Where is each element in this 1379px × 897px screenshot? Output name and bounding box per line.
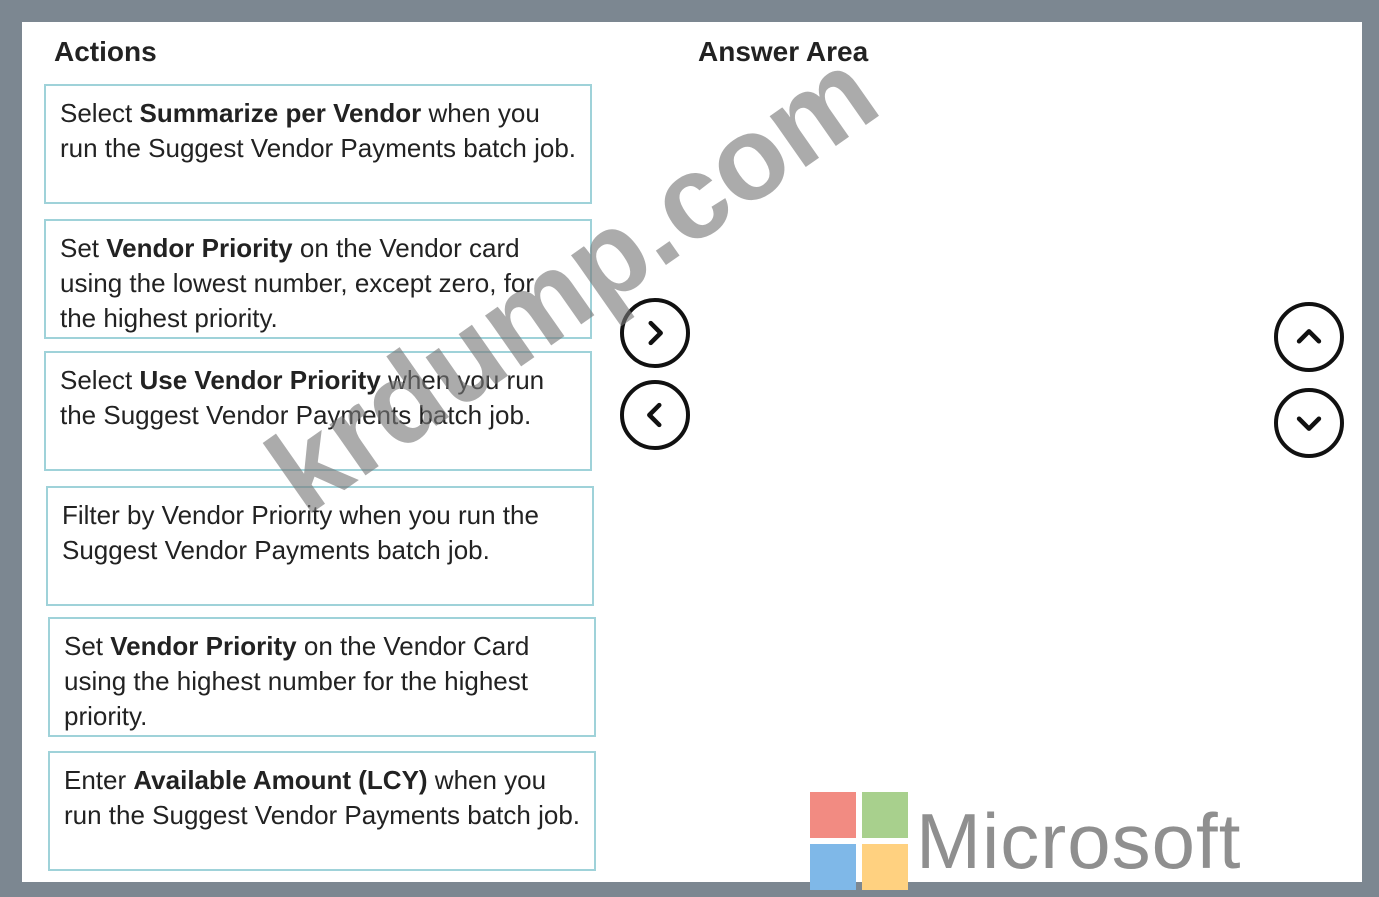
move-up-button[interactable] (1274, 302, 1344, 372)
logo-square-red (810, 792, 856, 838)
action-item-1[interactable]: Select Summarize per Vendor when you run… (44, 84, 592, 204)
action-bold-text: Available Amount (LCY) (133, 765, 428, 795)
move-right-button[interactable] (620, 298, 690, 368)
action-text: Filter by Vendor Priority when you run t… (62, 500, 539, 565)
microsoft-logo: Microsoft (810, 792, 1241, 890)
action-item-6[interactable]: Enter Available Amount (LCY) when you ru… (48, 751, 596, 871)
microsoft-logo-squares (810, 792, 908, 890)
action-bold-text: Summarize per Vendor (139, 98, 422, 128)
move-left-button[interactable] (620, 380, 690, 450)
action-item-3[interactable]: Select Use Vendor Priority when you run … (44, 351, 592, 471)
chevron-down-icon (1296, 416, 1322, 431)
action-text: Set (64, 631, 111, 661)
microsoft-wordmark: Microsoft (916, 797, 1242, 885)
logo-square-green (862, 792, 908, 838)
action-item-2[interactable]: Set Vendor Priority on the Vendor card u… (44, 219, 592, 339)
action-item-5[interactable]: Set Vendor Priority on the Vendor Card u… (48, 617, 596, 737)
chevron-right-icon (648, 320, 663, 346)
action-text: Select (60, 98, 140, 128)
chevron-left-icon (647, 402, 662, 428)
chevron-up-icon (1296, 329, 1322, 344)
logo-square-yellow (862, 844, 908, 890)
question-frame: Actions Answer Area Select Summarize per… (22, 22, 1362, 890)
answer-area-heading: Answer Area (698, 36, 869, 67)
action-text: Set (60, 233, 107, 263)
logo-square-blue (810, 844, 856, 890)
action-bold-text: Vendor Priority (106, 233, 293, 263)
action-item-4[interactable]: Filter by Vendor Priority when you run t… (46, 486, 594, 606)
actions-heading: Actions (54, 36, 157, 67)
action-text: Enter (64, 765, 134, 795)
action-text: Select (60, 365, 140, 395)
move-down-button[interactable] (1274, 388, 1344, 458)
action-bold-text: Use Vendor Priority (139, 365, 381, 395)
action-bold-text: Vendor Priority (110, 631, 297, 661)
